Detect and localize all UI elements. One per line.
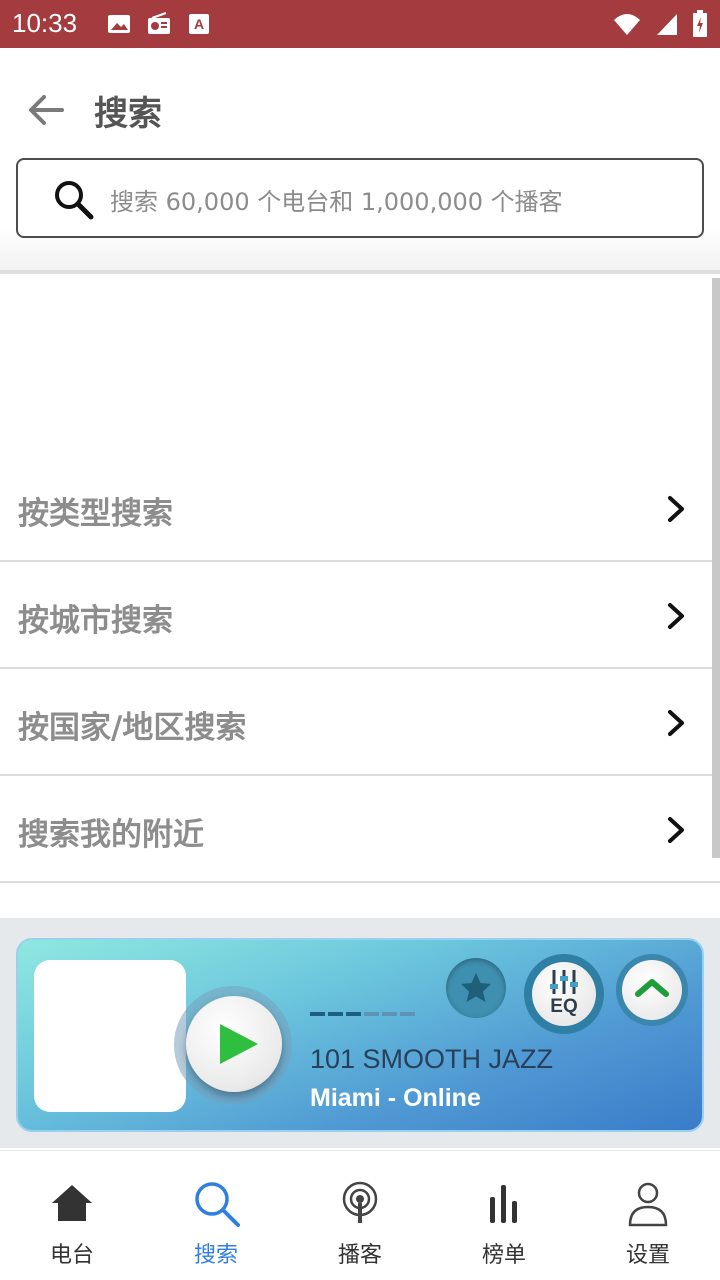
album-art (34, 960, 186, 1112)
mini-player[interactable]: 101 SMOOTH JAZZ Miami - Online EQ (16, 938, 704, 1132)
page-title: 搜索 (94, 94, 162, 134)
eq-label: EQ (550, 996, 578, 1017)
back-arrow-icon[interactable] (24, 88, 68, 132)
list-item-by-city[interactable]: 按城市搜索 (0, 562, 720, 669)
star-icon (461, 973, 491, 1002)
home-icon (52, 1185, 92, 1221)
favorite-button[interactable] (446, 958, 506, 1018)
nav-label: 播客 (337, 1243, 382, 1268)
search-icon (195, 1182, 240, 1227)
list-item-label: 按国家/地区搜索 (18, 710, 247, 746)
chevron-up-icon (622, 960, 682, 1020)
nav-item-settings[interactable]: 设置 (576, 1151, 720, 1280)
chevron-right-icon (668, 817, 684, 843)
chart-icon (490, 1185, 517, 1223)
bottom-nav: 电台 搜索 播客 榜单 设置 (0, 1150, 720, 1280)
chevron-right-icon (668, 496, 684, 522)
list-item-by-country[interactable]: 按国家/地区搜索 (0, 669, 720, 776)
nav-item-charts[interactable]: 榜单 (432, 1151, 576, 1280)
nav-item-podcasts[interactable]: 播客 (288, 1151, 432, 1280)
status-time: 10:33 (12, 8, 78, 38)
signal-icon (657, 14, 677, 35)
mini-player-area: 101 SMOOTH JAZZ Miami - Online EQ (0, 918, 720, 1148)
wifi-icon (614, 14, 640, 35)
font-icon: A (189, 14, 209, 34)
search-header: 搜索 搜索 60,000 个电台和 1,000,000 个播客 (0, 48, 720, 274)
nav-item-search[interactable]: 搜索 (144, 1151, 288, 1280)
status-bar: 10:33 A (0, 0, 720, 48)
chevron-right-icon (668, 603, 684, 629)
svg-text:A: A (194, 16, 204, 32)
list-item-label: 按类型搜索 (18, 496, 173, 532)
search-options-list: 按类型搜索 按城市搜索 按国家/地区搜索 搜索我的附近 (0, 455, 720, 883)
list-item-label: 按城市搜索 (18, 603, 173, 639)
scrollbar[interactable] (712, 278, 720, 858)
chevron-right-icon (668, 710, 684, 736)
search-placeholder: 搜索 60,000 个电台和 1,000,000 个播客 (110, 188, 563, 216)
user-icon (628, 1182, 668, 1227)
play-button[interactable] (186, 996, 282, 1092)
play-icon (220, 1024, 258, 1064)
nav-label: 设置 (625, 1243, 670, 1268)
nav-item-stations[interactable]: 电台 (0, 1151, 144, 1280)
station-name: 101 SMOOTH JAZZ (310, 1044, 554, 1074)
search-icon (55, 181, 94, 220)
podcast-icon (342, 1181, 378, 1223)
search-input[interactable]: 搜索 60,000 个电台和 1,000,000 个播客 (16, 158, 704, 238)
equalizer-button[interactable]: EQ (524, 954, 604, 1034)
radio-icon (148, 12, 170, 34)
list-item-label: 搜索我的附近 (18, 817, 204, 853)
nav-label: 榜单 (481, 1243, 526, 1268)
station-subtitle: Miami - Online (310, 1084, 481, 1112)
battery-icon (693, 10, 707, 37)
audio-level-indicator (310, 1012, 415, 1016)
list-item-by-genre[interactable]: 按类型搜索 (0, 455, 720, 562)
equalizer-icon: EQ (532, 962, 596, 1026)
status-icons-left: A (106, 12, 212, 36)
list-item-nearby[interactable]: 搜索我的附近 (0, 776, 720, 883)
nav-label: 电台 (49, 1243, 94, 1268)
expand-player-button[interactable] (616, 954, 688, 1026)
image-icon (108, 15, 130, 33)
nav-label: 搜索 (193, 1243, 238, 1268)
status-icons-right (612, 10, 708, 38)
